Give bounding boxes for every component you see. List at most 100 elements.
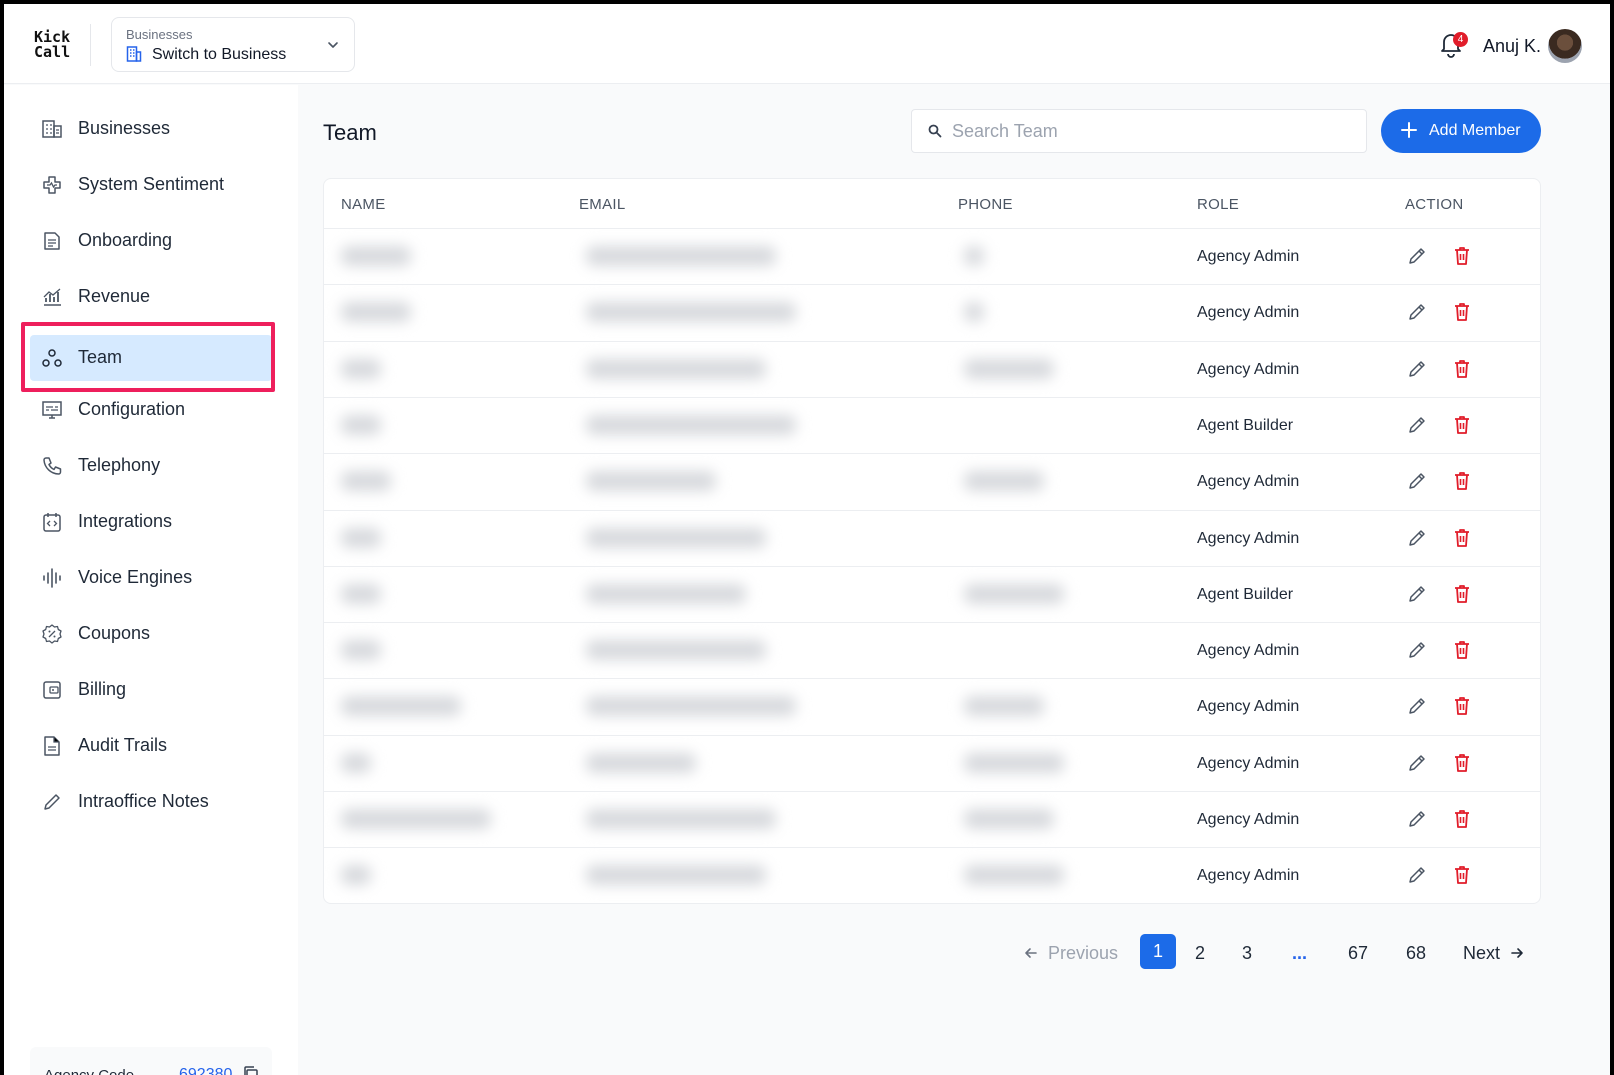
- sidebar: Businesses System Sentiment Onboarding R…: [4, 85, 298, 1075]
- edit-icon[interactable]: [1406, 301, 1428, 323]
- edit-icon[interactable]: [1406, 583, 1428, 605]
- redacted-name: [341, 640, 381, 661]
- sidebar-item-team[interactable]: Team: [30, 335, 272, 381]
- sidebar-item-audit-trails[interactable]: Audit Trails: [30, 723, 272, 769]
- avatar[interactable]: [1548, 29, 1582, 63]
- pagination-page[interactable]: 67: [1348, 943, 1368, 964]
- delete-icon[interactable]: [1451, 414, 1473, 436]
- edit-icon[interactable]: [1406, 470, 1428, 492]
- delete-icon[interactable]: [1451, 639, 1473, 661]
- role-cell: Agency Admin: [1197, 304, 1300, 322]
- delete-icon[interactable]: [1451, 245, 1473, 267]
- sidebar-item-revenue[interactable]: Revenue: [30, 274, 272, 320]
- edit-icon[interactable]: [1406, 864, 1428, 886]
- sidebar-item-configuration[interactable]: Configuration: [30, 387, 272, 433]
- sidebar-item-billing[interactable]: Billing: [30, 667, 272, 713]
- pagination-page[interactable]: 68: [1406, 943, 1426, 964]
- notifications-bell[interactable]: 4: [1438, 30, 1468, 60]
- user-name[interactable]: Anuj K.: [1483, 36, 1541, 57]
- pagination-next-label: Next: [1463, 943, 1501, 963]
- pagination-page[interactable]: 2: [1195, 943, 1205, 964]
- plus-icon: [1399, 120, 1419, 145]
- table-row: Agency Admin: [324, 228, 1540, 284]
- column-header-email: EMAIL: [579, 196, 626, 213]
- edit-icon[interactable]: [1406, 414, 1428, 436]
- redacted-name: [341, 809, 491, 829]
- kickcall-logo[interactable]: Kick Call: [34, 30, 84, 60]
- business-switcher-label: Businesses: [126, 27, 193, 42]
- redacted-email: [586, 865, 766, 886]
- edit-icon[interactable]: [1406, 808, 1428, 830]
- edit-icon[interactable]: [1406, 695, 1428, 717]
- delete-icon[interactable]: [1451, 358, 1473, 380]
- table-row: Agency Admin: [324, 847, 1540, 903]
- sidebar-item-telephony[interactable]: Telephony: [30, 443, 272, 489]
- copy-icon[interactable]: [242, 1065, 260, 1075]
- sidebar-item-system-sentiment[interactable]: System Sentiment: [30, 162, 272, 208]
- edit-icon[interactable]: [1406, 358, 1428, 380]
- edit-icon[interactable]: [1406, 527, 1428, 549]
- arrow-left-icon: [1024, 943, 1048, 963]
- edit-icon[interactable]: [1406, 639, 1428, 661]
- top-header: Kick Call Businesses Switch to Business …: [4, 4, 1610, 84]
- business-switcher[interactable]: Businesses Switch to Business: [111, 17, 355, 72]
- search-input[interactable]: [952, 110, 1352, 152]
- header-divider: [90, 24, 91, 66]
- sidebar-item-integrations[interactable]: Integrations: [30, 499, 272, 545]
- redacted-email: [586, 302, 796, 323]
- delete-icon[interactable]: [1451, 527, 1473, 549]
- redacted-phone: [964, 583, 1064, 604]
- file-icon: [41, 735, 63, 757]
- document-icon: [41, 230, 63, 252]
- sentiment-icon: [41, 174, 63, 196]
- redacted-email: [586, 358, 766, 379]
- delete-icon[interactable]: [1451, 752, 1473, 774]
- sidebar-item-label: Voice Engines: [78, 567, 193, 587]
- phone-icon: [41, 455, 63, 477]
- agency-code-value[interactable]: 692380: [179, 1066, 232, 1075]
- role-cell: Agency Admin: [1197, 642, 1300, 660]
- pagination-page-current[interactable]: 1: [1140, 934, 1176, 969]
- pencil-icon: [41, 791, 63, 813]
- redacted-email: [586, 752, 696, 773]
- edit-icon[interactable]: [1406, 752, 1428, 774]
- sidebar-item-intraoffice-notes[interactable]: Intraoffice Notes: [30, 779, 272, 825]
- coupon-icon: [41, 623, 63, 645]
- redacted-phone: [964, 696, 1044, 717]
- redacted-email: [586, 471, 716, 492]
- table-row: Agency Admin: [324, 453, 1540, 509]
- pagination-ellipsis[interactable]: ...: [1292, 943, 1307, 964]
- role-cell: Agency Admin: [1197, 360, 1300, 378]
- delete-icon[interactable]: [1451, 808, 1473, 830]
- delete-icon[interactable]: [1451, 301, 1473, 323]
- redacted-email: [586, 527, 766, 548]
- delete-icon[interactable]: [1451, 470, 1473, 492]
- redacted-phone: [964, 471, 1044, 492]
- sidebar-item-coupons[interactable]: Coupons: [30, 611, 272, 657]
- sidebar-item-label: Integrations: [78, 511, 173, 531]
- pagination-next[interactable]: Next: [1463, 943, 1524, 964]
- sidebar-item-onboarding[interactable]: Onboarding: [30, 218, 272, 264]
- team-icon: [41, 347, 63, 369]
- redacted-email: [586, 696, 796, 717]
- role-cell: Agent Builder: [1197, 416, 1294, 434]
- edit-icon[interactable]: [1406, 245, 1428, 267]
- building-icon: [125, 45, 143, 68]
- redacted-name: [341, 246, 411, 266]
- sidebar-item-label: Telephony: [78, 455, 161, 475]
- page-title: Team: [323, 120, 377, 145]
- pagination-page[interactable]: 3: [1242, 943, 1252, 964]
- sidebar-item-businesses[interactable]: Businesses: [30, 106, 272, 152]
- pagination-previous[interactable]: Previous: [1024, 943, 1118, 964]
- delete-icon[interactable]: [1451, 695, 1473, 717]
- add-member-label: Add Member: [1429, 122, 1521, 139]
- notification-count-badge: 4: [1453, 32, 1468, 47]
- delete-icon[interactable]: [1451, 864, 1473, 886]
- app-window: Kick Call Businesses Switch to Business …: [4, 4, 1610, 1075]
- add-member-button[interactable]: Add Member: [1381, 109, 1541, 153]
- sidebar-item-voice-engines[interactable]: Voice Engines: [30, 555, 272, 601]
- pagination-previous-label: Previous: [1048, 943, 1119, 963]
- redacted-email: [586, 640, 766, 661]
- delete-icon[interactable]: [1451, 583, 1473, 605]
- role-cell: Agency Admin: [1197, 529, 1300, 547]
